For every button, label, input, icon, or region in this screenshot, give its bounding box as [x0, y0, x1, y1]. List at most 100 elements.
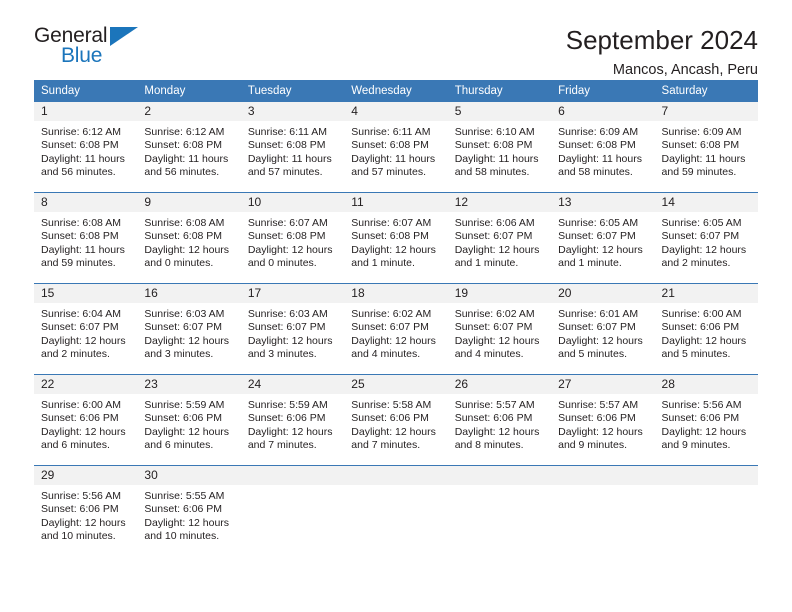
weekday-header-wednesday: Wednesday [344, 80, 448, 102]
day-sun-info: Sunrise: 6:01 AM Sunset: 6:07 PM Daylight:… [551, 303, 654, 362]
calendar-page: General Blue September 2024 Mancos, Anca… [0, 0, 792, 612]
day-sun-info: Sunrise: 6:04 AM Sunset: 6:07 PM Daylight:… [34, 303, 137, 362]
day-daylight-1-text: Daylight: 11 hours [558, 152, 642, 165]
page-subtitle: Mancos, Ancash, Peru [612, 62, 758, 78]
day-sunset-text: Sunset: 6:07 PM [454, 230, 533, 243]
calendar-day-cell[interactable]: 14 Sunrise: 6:05 AM Sunset: 6:07 PM Dayligh… [654, 192, 758, 284]
day-sunrise-text: Sunrise: 5:56 AM [661, 399, 742, 411]
day-cell-inner: 5 Sunrise: 6:10 AM Sunset: 6:08 PM Daylight… [447, 102, 552, 192]
calendar-day-cell[interactable]: 28 Sunrise: 5:56 AM Sunset: 6:06 PM Dayligh… [654, 374, 758, 466]
day-number: 6 [551, 102, 655, 121]
day-sunrise-text: Sunrise: 6:04 AM [41, 308, 121, 320]
calendar-day-cell[interactable]: 19 Sunrise: 6:02 AM Sunset: 6:07 PM Dayligh… [447, 283, 552, 375]
day-sun-info [655, 485, 758, 490]
day-sunset-text: Sunset: 6:08 PM [144, 139, 223, 152]
day-sun-info: Sunrise: 6:12 AM Sunset: 6:08 PM Daylight:… [34, 121, 137, 180]
day-sunset-text: Sunset: 6:08 PM [558, 139, 636, 152]
calendar-day-cell[interactable]: 10 Sunrise: 6:07 AM Sunset: 6:08 PM Dayligh… [240, 192, 345, 284]
day-daylight-2-text: and 56 minutes. [41, 166, 116, 179]
day-sunrise-text: Sunrise: 6:02 AM [454, 308, 535, 320]
calendar-day-cell[interactable]: 18 Sunrise: 6:02 AM Sunset: 6:07 PM Dayligh… [344, 283, 448, 375]
calendar-week-row: 22 Sunrise: 6:00 AM Sunset: 6:06 PM Dayligh… [34, 374, 758, 466]
calendar-day-cell-empty [654, 465, 758, 556]
calendar-day-cell[interactable]: 16 Sunrise: 6:03 AM Sunset: 6:07 PM Dayligh… [137, 283, 241, 375]
day-sun-info: Sunrise: 5:57 AM Sunset: 6:06 PM Daylight:… [448, 394, 551, 453]
calendar-day-cell[interactable]: 6 Sunrise: 6:09 AM Sunset: 6:08 PM Daylight… [551, 102, 655, 193]
day-daylight-1-text: Daylight: 12 hours [661, 425, 747, 438]
day-sunrise-text: Sunrise: 6:02 AM [351, 308, 432, 320]
day-daylight-1-text: Daylight: 11 hours [41, 243, 125, 256]
calendar-day-cell[interactable]: 12 Sunrise: 6:06 AM Sunset: 6:07 PM Dayligh… [447, 192, 552, 284]
day-daylight-2-text: and 6 minutes. [144, 439, 214, 452]
day-sunset-text: Sunset: 6:08 PM [351, 230, 429, 243]
day-sunrise-text: Sunrise: 6:00 AM [661, 308, 742, 320]
day-number: 19 [447, 284, 552, 303]
calendar-day-cell[interactable]: 4 Sunrise: 6:11 AM Sunset: 6:08 PM Daylight… [344, 102, 448, 193]
day-sunrise-text: Sunrise: 6:07 AM [351, 217, 432, 229]
day-daylight-1-text: Daylight: 12 hours [661, 334, 747, 347]
calendar-day-cell[interactable]: 3 Sunrise: 6:11 AM Sunset: 6:08 PM Daylight… [240, 102, 345, 193]
day-sunset-text: Sunset: 6:07 PM [661, 230, 740, 243]
day-number [447, 466, 552, 485]
day-sun-info: Sunrise: 6:08 AM Sunset: 6:08 PM Daylight:… [34, 212, 137, 271]
calendar-day-cell[interactable]: 24 Sunrise: 5:59 AM Sunset: 6:06 PM Dayligh… [240, 374, 345, 466]
calendar-day-cell[interactable]: 7 Sunrise: 6:09 AM Sunset: 6:08 PM Daylight… [654, 102, 758, 193]
day-daylight-1-text: Daylight: 11 hours [661, 152, 746, 165]
day-daylight-1-text: Daylight: 12 hours [558, 425, 643, 438]
calendar-day-cell[interactable]: 29 Sunrise: 5:56 AM Sunset: 6:06 PM Dayligh… [34, 465, 138, 556]
calendar-day-cell[interactable]: 21 Sunrise: 6:00 AM Sunset: 6:06 PM Dayligh… [654, 283, 758, 375]
day-daylight-1-text: Daylight: 12 hours [558, 243, 643, 256]
day-sun-info: Sunrise: 5:59 AM Sunset: 6:06 PM Daylight:… [241, 394, 344, 453]
day-number: 18 [344, 284, 448, 303]
day-cell-inner: 13 Sunrise: 6:05 AM Sunset: 6:07 PM Dayligh… [551, 193, 655, 283]
day-sun-info: Sunrise: 6:02 AM Sunset: 6:07 PM Daylight:… [448, 303, 551, 362]
day-daylight-1-text: Daylight: 11 hours [351, 152, 436, 165]
day-sunset-text: Sunset: 6:06 PM [144, 412, 223, 425]
day-sunset-text: Sunset: 6:06 PM [351, 412, 429, 425]
calendar-day-cell[interactable]: 25 Sunrise: 5:58 AM Sunset: 6:06 PM Dayligh… [344, 374, 448, 466]
calendar-day-cell[interactable]: 26 Sunrise: 5:57 AM Sunset: 6:06 PM Dayligh… [447, 374, 552, 466]
day-sun-info: Sunrise: 6:09 AM Sunset: 6:08 PM Daylight:… [551, 121, 654, 180]
calendar-week-row: 29 Sunrise: 5:56 AM Sunset: 6:06 PM Dayligh… [34, 465, 758, 556]
calendar-day-cell[interactable]: 27 Sunrise: 5:57 AM Sunset: 6:06 PM Dayligh… [551, 374, 655, 466]
brand-logo[interactable]: General Blue [34, 24, 154, 70]
day-number: 27 [551, 375, 655, 394]
calendar-day-cell[interactable]: 8 Sunrise: 6:08 AM Sunset: 6:08 PM Daylight… [34, 192, 138, 284]
calendar-day-cell[interactable]: 5 Sunrise: 6:10 AM Sunset: 6:08 PM Daylight… [447, 102, 552, 193]
day-daylight-2-text: and 3 minutes. [247, 348, 317, 361]
weekday-header-friday: Friday [551, 80, 655, 102]
day-daylight-2-text: and 58 minutes. [558, 166, 633, 179]
calendar-day-cell[interactable]: 30 Sunrise: 5:55 AM Sunset: 6:06 PM Dayligh… [137, 465, 241, 556]
day-sun-info: Sunrise: 6:00 AM Sunset: 6:06 PM Daylight:… [34, 394, 137, 453]
day-number [551, 466, 655, 485]
calendar-day-cell[interactable]: 1 Sunrise: 6:12 AM Sunset: 6:08 PM Daylight… [34, 102, 138, 193]
day-number: 13 [551, 193, 655, 212]
calendar-day-cell[interactable]: 11 Sunrise: 6:07 AM Sunset: 6:08 PM Dayligh… [344, 192, 448, 284]
day-cell-inner: 8 Sunrise: 6:08 AM Sunset: 6:08 PM Daylight… [34, 193, 138, 283]
calendar-day-cell[interactable]: 9 Sunrise: 6:08 AM Sunset: 6:08 PM Daylight… [137, 192, 241, 284]
day-number: 14 [654, 193, 758, 212]
calendar-week-row: 15 Sunrise: 6:04 AM Sunset: 6:07 PM Dayligh… [34, 283, 758, 375]
day-daylight-1-text: Daylight: 12 hours [144, 516, 230, 529]
day-sun-info: Sunrise: 5:59 AM Sunset: 6:06 PM Daylight:… [137, 394, 240, 453]
day-sunrise-text: Sunrise: 6:03 AM [144, 308, 225, 320]
day-sun-info: Sunrise: 6:11 AM Sunset: 6:08 PM Daylight:… [241, 121, 344, 180]
day-number: 3 [240, 102, 345, 121]
day-cell-inner: 6 Sunrise: 6:09 AM Sunset: 6:08 PM Daylight… [551, 102, 655, 192]
calendar-day-cell[interactable]: 22 Sunrise: 6:00 AM Sunset: 6:06 PM Dayligh… [34, 374, 138, 466]
day-sunrise-text: Sunrise: 6:11 AM [351, 126, 431, 138]
calendar-day-cell[interactable]: 23 Sunrise: 5:59 AM Sunset: 6:06 PM Dayligh… [137, 374, 241, 466]
day-daylight-2-text: and 0 minutes. [144, 257, 214, 270]
day-sun-info: Sunrise: 5:56 AM Sunset: 6:06 PM Daylight:… [34, 485, 137, 544]
calendar-day-cell[interactable]: 15 Sunrise: 6:04 AM Sunset: 6:07 PM Dayligh… [34, 283, 138, 375]
calendar-day-cell[interactable]: 2 Sunrise: 6:12 AM Sunset: 6:08 PM Daylight… [137, 102, 241, 193]
day-daylight-1-text: Daylight: 12 hours [454, 334, 540, 347]
calendar-day-cell[interactable]: 17 Sunrise: 6:03 AM Sunset: 6:07 PM Dayligh… [240, 283, 345, 375]
day-number: 1 [34, 102, 138, 121]
calendar-table: Sunday Monday Tuesday Wednesday Thursday Frid… [34, 80, 758, 556]
day-sunrise-text: Sunrise: 6:01 AM [558, 308, 639, 320]
day-sunset-text: Sunset: 6:08 PM [454, 139, 533, 152]
calendar-day-cell[interactable]: 13 Sunrise: 6:05 AM Sunset: 6:07 PM Dayligh… [551, 192, 655, 284]
day-daylight-2-text: and 0 minutes. [247, 257, 317, 270]
calendar-day-cell[interactable]: 20 Sunrise: 6:01 AM Sunset: 6:07 PM Dayligh… [551, 283, 655, 375]
